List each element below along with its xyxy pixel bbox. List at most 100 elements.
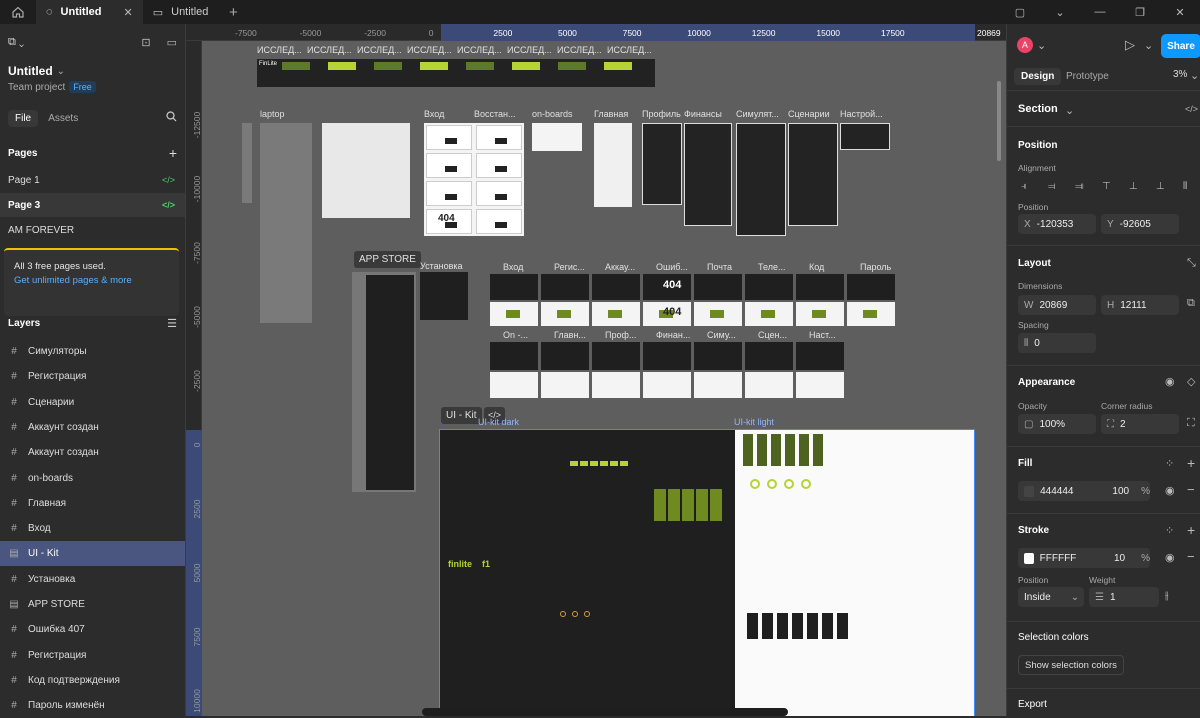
dark-screen[interactable] <box>694 342 742 370</box>
research-thumb[interactable] <box>466 62 494 70</box>
add-page-icon[interactable]: + <box>169 145 177 161</box>
chevron-down-icon[interactable]: ⌄ <box>1065 104 1074 117</box>
dark-screen[interactable] <box>796 274 844 300</box>
project-title-row[interactable]: Untitled ⌄ <box>8 64 177 78</box>
dark-screen[interactable] <box>490 274 538 300</box>
project-title[interactable]: Untitled <box>8 64 53 78</box>
onboard-frames[interactable] <box>532 123 582 151</box>
dark-screen[interactable] <box>847 274 895 300</box>
chevron-down-icon[interactable]: ⌄ <box>1190 69 1199 82</box>
window-icon[interactable]: ▢ <box>1000 0 1040 24</box>
layer-item[interactable]: # Главная <box>0 491 185 516</box>
page-item-3[interactable]: Page 3 </> <box>0 193 185 217</box>
research-thumb[interactable] <box>282 62 310 70</box>
research-thumb[interactable] <box>328 62 356 70</box>
dark-screen[interactable] <box>694 274 742 300</box>
light-screen[interactable] <box>490 302 538 326</box>
width-field[interactable]: W 20869 <box>1018 295 1096 315</box>
eye-icon[interactable]: ◉ <box>1165 484 1175 497</box>
play-icon[interactable]: ▷ <box>1125 37 1135 53</box>
finance-frames[interactable] <box>684 123 732 226</box>
upgrade-link[interactable]: Get unlimited pages & more <box>14 275 132 286</box>
vkhod-screen[interactable] <box>476 153 522 178</box>
vkhod-screen[interactable] <box>426 153 472 178</box>
ai-icon[interactable]: ⊡ <box>141 36 150 49</box>
section-type[interactable]: Section <box>1018 103 1058 115</box>
stroke-position-select[interactable]: Inside ⌄ <box>1018 587 1084 607</box>
main-menu-icon[interactable]: ⧉ ⌄ <box>8 36 24 49</box>
settings-frames[interactable] <box>840 123 890 150</box>
layer-item[interactable]: ▤ APP STORE <box>0 592 185 617</box>
height-field[interactable]: H 12111 <box>1101 295 1179 315</box>
research-thumb[interactable] <box>604 62 632 70</box>
light-screen[interactable] <box>694 302 742 326</box>
page-item-1[interactable]: Page 1 </> <box>0 168 185 192</box>
laptop-screens[interactable] <box>322 123 410 218</box>
close-window-icon[interactable]: ✕ <box>1160 0 1200 24</box>
dark-screen[interactable] <box>592 342 640 370</box>
light-screen[interactable] <box>745 302 793 326</box>
align-icon[interactable]: ⫣ <box>1021 181 1027 192</box>
layer-item[interactable]: # Симуляторы <box>0 339 185 364</box>
light-screen[interactable] <box>643 372 691 398</box>
light-screen[interactable] <box>592 372 640 398</box>
add-stroke-icon[interactable]: + <box>1187 522 1195 538</box>
align-icon[interactable]: ⊥ <box>1156 181 1165 192</box>
show-selection-colors-button[interactable]: Show selection colors <box>1018 655 1124 675</box>
layer-item[interactable]: # Код подтверждения <box>0 668 185 693</box>
remove-fill-icon[interactable]: − <box>1187 482 1195 497</box>
home-icon[interactable] <box>0 0 36 24</box>
light-screen[interactable] <box>847 302 895 326</box>
align-icon[interactable]: ⫴ <box>1183 181 1187 192</box>
y-field[interactable]: Y -92605 <box>1101 214 1179 234</box>
x-field[interactable]: X -120353 <box>1018 214 1096 234</box>
dark-screen[interactable] <box>490 342 538 370</box>
layer-item[interactable]: ▤ UI - Kit <box>0 541 185 567</box>
dark-screen[interactable] <box>541 342 589 370</box>
dev-mode-icon[interactable]: </> <box>1185 104 1198 114</box>
resize-icon[interactable]: ⤡ <box>1187 257 1196 270</box>
tab-file[interactable]: File <box>8 110 39 127</box>
stroke-weight-field[interactable]: ☰ 1 <box>1089 587 1159 607</box>
canvas[interactable]: ИССЛЕД... ИССЛЕД... ИССЛЕД... ИССЛЕД... ИССЛ… <box>202 41 1006 716</box>
research-thumb[interactable] <box>420 62 448 70</box>
search-icon[interactable] <box>166 111 177 125</box>
research-thumb[interactable] <box>512 62 540 70</box>
layer-item[interactable]: # Установка <box>0 567 185 592</box>
tab-prototype[interactable]: Prototype <box>1059 68 1116 85</box>
stroke-settings-icon[interactable]: ⫲ <box>1165 590 1169 603</box>
profile-frames[interactable] <box>642 123 682 205</box>
vkhod-screen[interactable] <box>426 181 472 206</box>
corner-radius-field[interactable]: ⛶ 2 <box>1101 414 1179 434</box>
layer-item[interactable]: # Регистрация <box>0 364 185 389</box>
research-thumb[interactable] <box>374 62 402 70</box>
vkhod-screen[interactable] <box>476 181 522 206</box>
research-thumb[interactable] <box>558 62 586 70</box>
tab-assets[interactable]: Assets <box>41 110 85 127</box>
chevron-down-icon[interactable]: ⌄ <box>1037 39 1046 52</box>
blend-mode-icon[interactable]: ◇ <box>1187 375 1195 388</box>
eye-icon[interactable]: ◉ <box>1165 375 1175 388</box>
install-frame[interactable] <box>420 272 468 320</box>
tab-untitled-2[interactable]: ▭ Untitled <box>143 0 219 24</box>
uikit-section-tag[interactable]: UI - Kit <box>441 407 482 424</box>
laptop-frame[interactable] <box>260 123 312 323</box>
tab-untitled-1[interactable]: ◌ Untitled ✕ <box>36 0 143 24</box>
vkhod-screen[interactable] <box>476 209 522 234</box>
dark-screen[interactable] <box>745 274 793 300</box>
new-tab-button[interactable]: + <box>218 4 248 21</box>
appstore-frame[interactable] <box>366 275 414 490</box>
light-screen[interactable] <box>796 302 844 326</box>
layer-item[interactable]: # Пароль изменён <box>0 693 185 718</box>
align-icon[interactable]: ⫥ <box>1075 181 1084 192</box>
chevron-down-icon[interactable]: ⌄ <box>1040 0 1080 24</box>
close-icon[interactable]: ✕ <box>124 6 133 19</box>
stroke-swatch[interactable] <box>1024 552 1034 564</box>
spacing-field[interactable]: ⫴ 0 <box>1018 333 1096 353</box>
stroke-field[interactable]: FFFFFF 10 % <box>1018 548 1150 568</box>
collapse-layers-icon[interactable]: ☰ <box>167 317 177 330</box>
light-screen[interactable] <box>490 372 538 398</box>
light-screen[interactable] <box>541 372 589 398</box>
constrain-proportions-icon[interactable]: ⧉ <box>1187 297 1195 310</box>
light-screen[interactable] <box>796 372 844 398</box>
